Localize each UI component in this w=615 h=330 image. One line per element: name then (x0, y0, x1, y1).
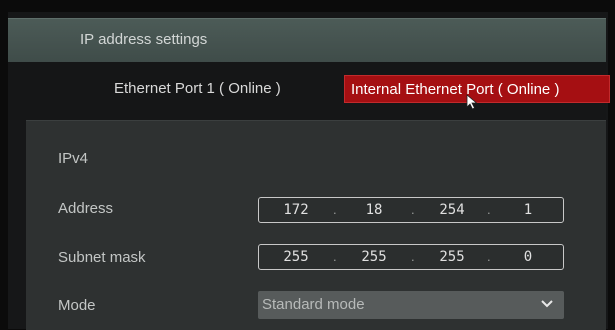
mode-select-value: Standard mode (262, 296, 365, 313)
tab-ethernet-port-1[interactable]: Ethernet Port 1 ( Online ) (114, 75, 281, 103)
address-octet-4[interactable]: 1 (503, 202, 553, 218)
ipv4-section-label: IPv4 (58, 150, 89, 167)
subnet-octet-4[interactable]: 0 (503, 249, 553, 265)
address-label: Address (58, 200, 114, 217)
octet-separator: . (487, 202, 491, 217)
octet-separator: . (411, 249, 415, 264)
subnet-octet-2[interactable]: 255 (349, 249, 399, 265)
mode-label: Mode (58, 297, 96, 314)
subnet-mask-input[interactable]: 255 . 255 . 255 . 0 (258, 244, 564, 270)
port-tabs: Ethernet Port 1 ( Online ) Internal Ethe… (8, 62, 610, 120)
page-header: IP address settings (8, 18, 606, 63)
subnet-octet-3[interactable]: 255 (427, 249, 477, 265)
address-input[interactable]: 172 . 18 . 254 . 1 (258, 197, 564, 223)
address-octet-3[interactable]: 254 (427, 202, 477, 218)
octet-separator: . (487, 249, 491, 264)
octet-separator: . (411, 202, 415, 217)
mouse-pointer-icon (466, 94, 478, 110)
octet-separator: . (333, 249, 337, 264)
subnet-octet-1[interactable]: 255 (271, 249, 321, 265)
subnet-mask-label: Subnet mask (58, 249, 146, 266)
mode-select[interactable]: Standard mode (258, 291, 564, 319)
page-title: IP address settings (80, 31, 208, 48)
address-octet-1[interactable]: 172 (271, 202, 321, 218)
chevron-down-icon (541, 300, 553, 308)
octet-separator: . (333, 202, 337, 217)
address-octet-2[interactable]: 18 (349, 202, 399, 218)
